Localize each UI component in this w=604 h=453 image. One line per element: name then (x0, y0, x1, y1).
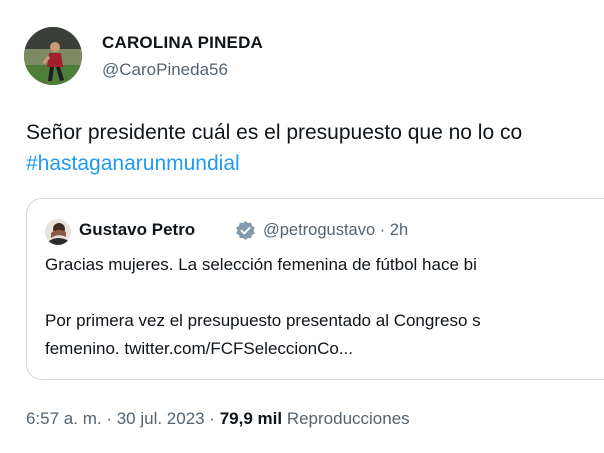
verified-badge-icon (236, 220, 255, 241)
author-handle[interactable]: @CaroPineda56 (102, 60, 228, 80)
tweet-card: CAROLINA PINEDA @CaroPineda56 Señor pres… (0, 0, 604, 453)
views-label: Reproducciones (282, 409, 410, 428)
tweet-text: Señor presidente cuál es el presupuesto … (26, 121, 523, 144)
quoted-text-line: Gracias mujeres. La selección femenina d… (45, 255, 477, 274)
tweet-timestamp[interactable]: 6:57 a. m. · 30 jul. 2023 · (26, 409, 220, 428)
avatar-photo-icon (24, 27, 82, 85)
quoted-text-line: femenino. twitter.com/FCFSeleccionCo... (45, 339, 354, 358)
author-name[interactable]: CAROLINA PINEDA (102, 33, 263, 53)
quoted-tweet[interactable]: Gustavo Petro @petrogustavo · 2h Gracias… (26, 198, 604, 380)
tweet-meta: 6:57 a. m. · 30 jul. 2023 · 79,9 mil Rep… (26, 409, 410, 429)
hashtag-link[interactable]: #hastaganarunmundial (26, 148, 604, 179)
quoted-avatar-icon (45, 219, 71, 245)
tweet-body: Señor presidente cuál es el presupuesto … (26, 117, 604, 179)
author-avatar[interactable] (24, 27, 82, 85)
quoted-text-line: Por primera vez el presupuesto presentad… (45, 311, 481, 330)
quoted-author-avatar[interactable] (45, 219, 71, 245)
views-count: 79,9 mil (219, 409, 283, 428)
quoted-tweet-body: Gracias mujeres. La selección femenina d… (45, 251, 604, 363)
quoted-text-spacer (45, 279, 604, 307)
quoted-handle-time[interactable]: @petrogustavo · 2h (263, 221, 408, 240)
quoted-author-name[interactable]: Gustavo Petro (79, 220, 195, 240)
